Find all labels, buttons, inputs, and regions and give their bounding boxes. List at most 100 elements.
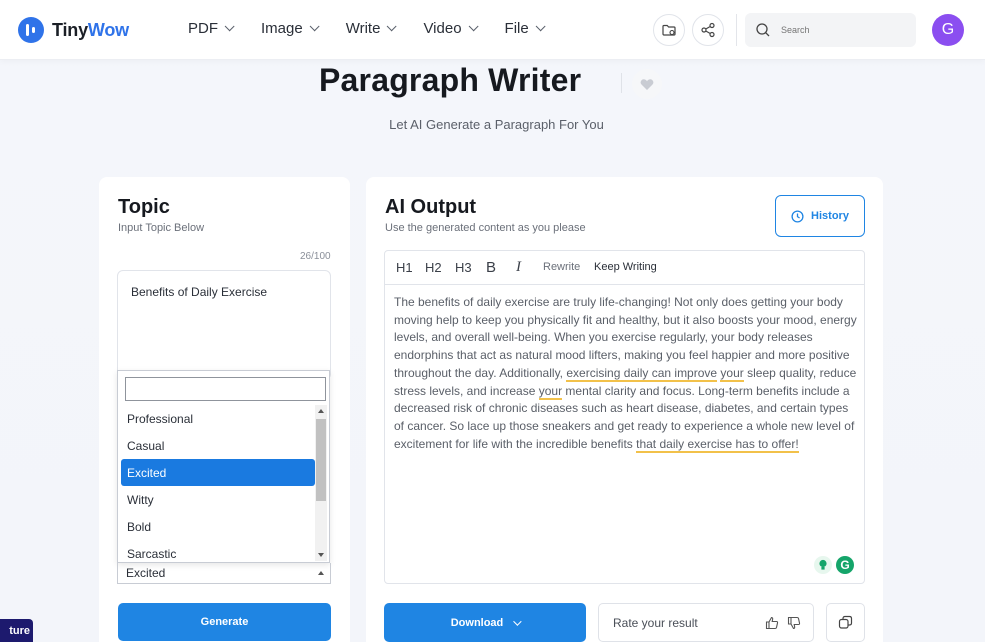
nav-pdf-label: PDF [188,20,218,37]
scroll-down-icon[interactable] [318,553,324,557]
grammarly-icon[interactable]: G [836,556,854,574]
page-title: Paragraph Writer [319,62,582,98]
rate-result-box: Rate your result [598,603,814,642]
topic-title: Topic [118,196,170,218]
bold-label: B [486,259,497,276]
tone-option-casual[interactable]: Casual [121,432,315,459]
dropdown-scrollbar[interactable] [315,405,327,561]
heading-1-button[interactable]: H1 [396,260,413,275]
nav-file[interactable]: File [504,20,546,37]
tone-option-professional[interactable]: Professional [121,405,315,432]
h2-label: H2 [425,260,442,275]
tinywow-logo[interactable]: TinyWow [18,17,129,43]
topic-subtitle: Input Topic Below [118,222,205,234]
topic-input[interactable] [117,270,331,380]
nav-file-label: File [504,20,529,37]
my-files-button[interactable] [653,14,685,46]
grammar-suggestion[interactable]: that daily exercise has to offer! [636,436,799,453]
output-editor[interactable]: H1 H2 H3 B I Rewrite Keep Writing The be… [384,250,865,584]
keep-writing-label: Keep Writing [594,261,657,273]
chevron-down-icon [468,21,479,32]
nav-write[interactable]: Write [345,20,398,37]
copy-button[interactable] [826,603,865,642]
lightbulb-icon[interactable] [814,556,832,574]
title-divider [621,73,622,93]
scroll-up-icon[interactable] [318,409,324,413]
grammar-suggestion[interactable]: your [538,383,563,400]
chevron-down-icon [224,21,235,32]
caret-up-icon [318,571,324,575]
keep-writing-button[interactable]: Keep Writing [594,261,657,273]
tone-selected-value: Excited [126,566,166,580]
nav-pdf[interactable]: PDF [188,20,235,37]
nav-image[interactable]: Image [261,20,320,37]
nav-write-label: Write [345,20,381,37]
tone-dropdown-list: Professional Casual Excited Witty Bold S… [117,370,330,563]
rate-label: Rate your result [613,615,698,630]
chevron-down-icon [535,21,546,32]
logo-icon [18,17,44,43]
thumbs-up-icon[interactable] [765,616,779,630]
lightbulb-glyph [819,559,827,570]
character-counter: 26/100 [300,251,331,262]
grammar-suggestion[interactable]: exercising daily can improve [566,365,718,382]
editor-toolbar: H1 H2 H3 B I Rewrite Keep Writing [385,251,864,285]
nav-video[interactable]: Video [423,20,479,37]
generate-button[interactable]: Generate [118,603,331,641]
search-input[interactable] [781,25,901,35]
folder-icon [662,24,676,36]
thumbs-down-icon[interactable] [787,616,801,630]
output-title: AI Output [385,196,477,218]
nav-video-label: Video [423,20,462,37]
tone-select[interactable]: Excited [117,563,331,584]
grammar-suggestion[interactable]: your [720,365,744,382]
scrollbar-thumb[interactable] [316,419,326,501]
avatar-initial: G [941,21,955,38]
main-nav: PDF Image Write Video File [188,20,572,37]
output-subtitle: Use the generated content as you please [385,222,586,234]
heading-2-button[interactable]: H2 [425,260,442,275]
heart-icon [640,78,654,90]
search-icon [756,23,770,37]
heading-3-button[interactable]: H3 [455,260,472,275]
rating-buttons [765,616,801,630]
page-subtitle: Let AI Generate a Paragraph For You [389,117,604,132]
header-divider [736,14,737,46]
rewrite-button[interactable]: Rewrite [543,261,580,273]
generated-paragraph[interactable]: The benefits of daily exercise are truly… [394,294,858,453]
download-button[interactable]: Download [384,603,586,642]
h1-label: H1 [396,260,413,275]
grammarly-widget[interactable]: G [812,554,856,576]
chevron-down-icon [513,616,522,626]
italic-button[interactable]: I [516,259,521,276]
share-button[interactable] [692,14,724,46]
logo-text-tiny: Tiny [52,19,88,40]
tone-option-witty[interactable]: Witty [121,486,315,513]
copy-icon [838,615,853,629]
share-icon [701,22,715,38]
italic-label: I [516,259,521,275]
rewrite-label: Rewrite [543,261,581,273]
logo-text: TinyWow [52,20,129,41]
h3-label: H3 [455,260,472,275]
top-header: TinyWow PDF Image Write Video File G [0,0,985,60]
grammarly-letter: G [840,558,850,572]
tone-option-bold[interactable]: Bold [121,513,315,540]
chevron-down-icon [309,21,320,32]
feature-request-tab[interactable]: ture [0,619,33,642]
bold-button[interactable]: B [486,259,496,276]
chevron-down-icon [387,21,398,32]
download-label: Download [450,616,504,629]
history-button[interactable]: History [775,195,865,237]
user-avatar[interactable]: G [932,14,964,46]
search-bar[interactable] [745,13,916,47]
tone-option-excited[interactable]: Excited [121,459,315,486]
favorite-button[interactable] [632,69,662,99]
logo-text-wow: Wow [87,19,129,40]
history-label: History [811,210,849,222]
nav-image-label: Image [261,20,303,37]
tone-search-input[interactable] [125,377,326,401]
tone-options: Professional Casual Excited Witty Bold S… [121,405,315,567]
clock-icon [791,209,804,223]
feature-tab-label: ture [9,624,30,637]
